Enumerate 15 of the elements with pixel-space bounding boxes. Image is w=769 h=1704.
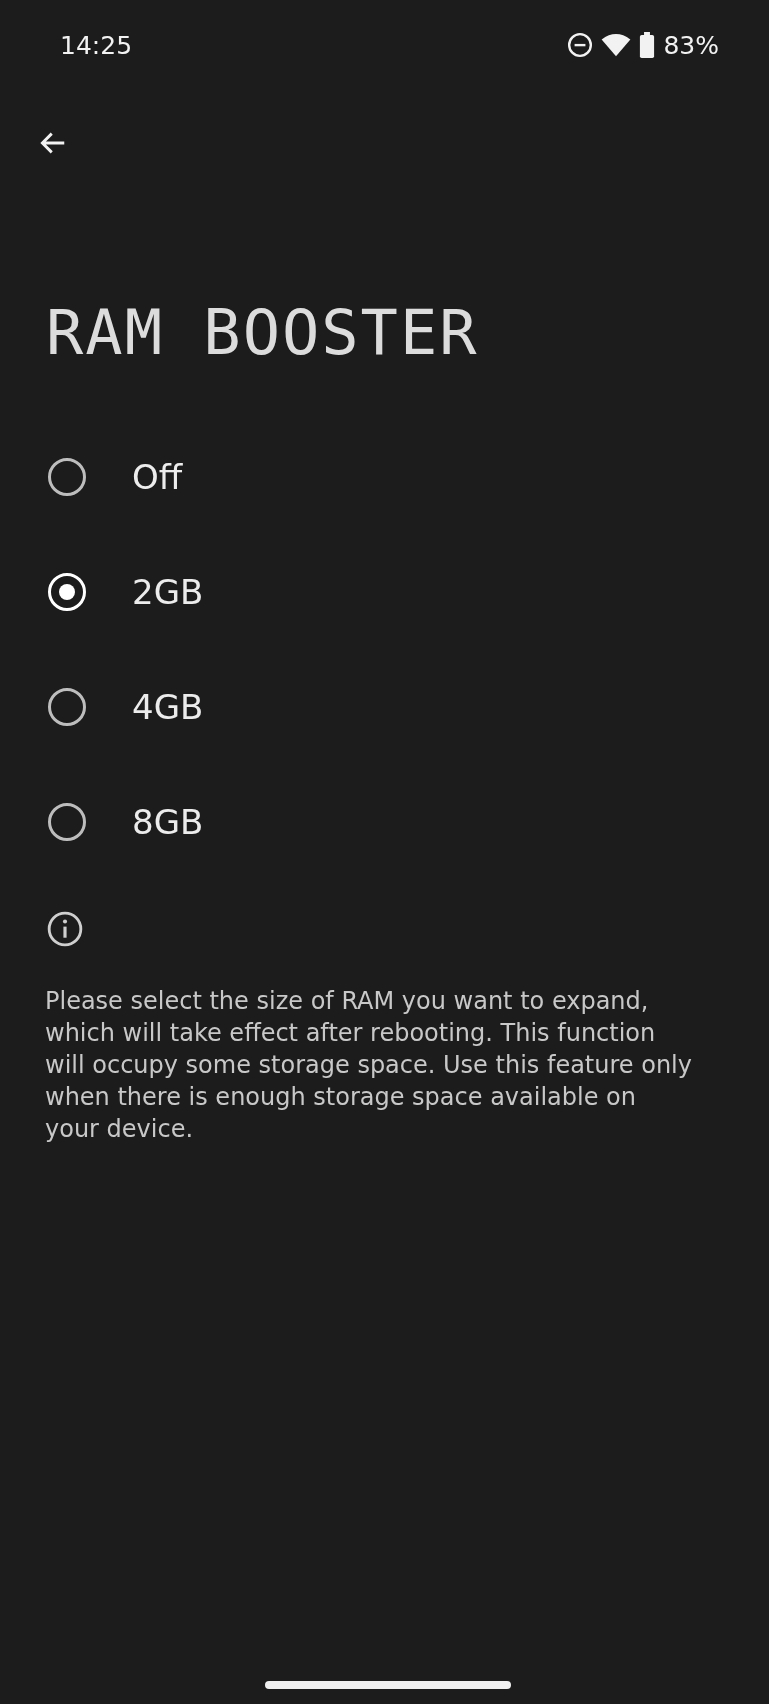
radio-button[interactable] bbox=[48, 802, 86, 841]
status-time: 14:25 bbox=[60, 30, 133, 60]
battery-icon bbox=[639, 32, 656, 58]
battery-percentage: 83% bbox=[663, 30, 719, 60]
info-text: Please select the size of RAM you want to expand, which will take effect after rebooting. This function will occupy some storage space. Use this feature only when there is enough storage space available on your device. bbox=[45, 986, 693, 1145]
do-not-disturb-icon bbox=[567, 32, 594, 58]
radio-button[interactable] bbox=[48, 687, 86, 726]
info-icon bbox=[46, 910, 84, 948]
option-label[interactable]: Off bbox=[132, 456, 183, 497]
option-label[interactable]: 2GB bbox=[132, 571, 204, 612]
page-title: RAM BOOSTER bbox=[46, 296, 479, 369]
option-label[interactable]: 4GB bbox=[132, 686, 204, 727]
wifi-icon bbox=[601, 32, 632, 58]
radio-button[interactable] bbox=[48, 457, 86, 496]
option-label[interactable]: 8GB bbox=[132, 801, 204, 842]
